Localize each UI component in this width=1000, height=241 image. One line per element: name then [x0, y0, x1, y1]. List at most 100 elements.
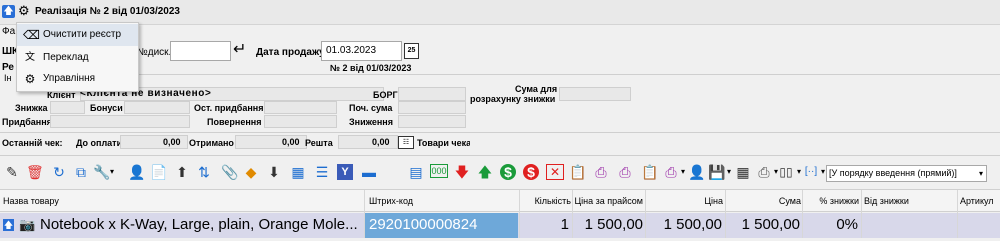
last-purchase-label: Ост. придбання [194, 103, 264, 113]
change-value: 0,00 [372, 137, 390, 147]
document-icon[interactable]: 📄 [150, 164, 167, 180]
camera-icon[interactable]: 📷 [19, 216, 35, 234]
bonus-field [124, 101, 190, 114]
sort-order-select[interactable]: [У порядку введення (прямий)] ▾ [826, 165, 987, 182]
discounts-field [398, 115, 466, 128]
col-header-price[interactable]: Ціна [646, 190, 723, 212]
eraser-icon: ⌫ [23, 28, 40, 42]
copy-document-icon[interactable]: ⧉ [73, 164, 89, 180]
received-label: Отримано [189, 138, 234, 148]
checklist-icon[interactable]: ☰ [314, 164, 330, 180]
col-header-disc-pct[interactable]: % знижки [803, 190, 859, 212]
row-up-icon[interactable]: 🡅 [3, 219, 14, 231]
green-up-arrow-icon[interactable]: 🡅 [477, 164, 493, 180]
lines-icon[interactable]: ▬ [361, 164, 377, 180]
check-goods-field [470, 135, 1000, 149]
returns-field [264, 115, 337, 128]
upload-doc-icon[interactable]: ⬆ [174, 164, 190, 180]
last-check-label: Останній чек: [2, 138, 63, 148]
fragment-re: Ре [2, 62, 14, 73]
menu-item-clear-registry[interactable]: ⌫ Очистити реєстр [17, 24, 138, 46]
row-name: Notebook x K-Way, Large, plain, Orange M… [40, 216, 358, 233]
sort-arrows-icon[interactable]: ⇅ [196, 164, 212, 180]
col-header-name[interactable]: Назва товару [3, 190, 59, 212]
col-header-sum[interactable]: Сума [726, 190, 801, 212]
dollar-icon[interactable]: $ [500, 164, 516, 180]
toolbar-divider [0, 155, 1000, 156]
y-letter-icon[interactable]: Y [337, 164, 353, 180]
check-goods-label[interactable]: Товари чека [417, 138, 471, 148]
gear-dropdown-menu: ⌫ Очистити реєстр 文 Переклад ⚙ Управлінн… [16, 22, 139, 92]
menu-item-management[interactable]: ⚙ Управління [17, 68, 138, 90]
fragment-fa: Фа [2, 26, 16, 37]
dropdown-arrow-icon[interactable]: ▾ [104, 164, 120, 180]
col-sep-1 [364, 190, 365, 238]
summary-divider [0, 132, 1000, 133]
col-sep-8 [957, 190, 958, 238]
col-sep-3 [572, 190, 573, 238]
calendar-grid-icon[interactable]: ▦ [290, 164, 306, 180]
col-header-barcode[interactable]: Штрих-код [369, 190, 413, 212]
debt-label: БОРГ [373, 90, 398, 100]
attachment-icon[interactable]: 📎 [221, 164, 238, 180]
returns-label: Повернення [207, 117, 262, 127]
start-sum-label: Поч. сума [349, 103, 393, 113]
purchases-field [50, 115, 190, 128]
fragment-in: Ін [4, 73, 12, 83]
no-dollar-icon[interactable]: $ [523, 164, 539, 180]
row-sum: 1 500,00 [741, 216, 800, 233]
sum-for-discount-label-2: розрахунку знижки [470, 94, 556, 104]
row-disc-pct: 0% [836, 216, 858, 233]
contact-card-icon[interactable]: 👤 [688, 164, 705, 180]
col-sep-4 [645, 190, 646, 238]
menu-item-label: Очистити реєстр [43, 29, 122, 40]
enter-arrow-icon[interactable]: ↵ [233, 40, 246, 60]
to-pay-label: До оплати [76, 138, 123, 148]
download-icon[interactable]: ⬇ [266, 164, 282, 180]
purchases-label: Придбання [2, 117, 52, 127]
col-sep-6 [802, 190, 803, 238]
col-header-article[interactable]: Артикул [960, 190, 994, 212]
row-barcode: 2920100000824 [369, 216, 478, 233]
discount-label: Знижка [15, 103, 48, 113]
col-header-list-price[interactable]: Ціна за прайсом [573, 190, 643, 212]
keyboard-icon[interactable]: ☷ [398, 136, 414, 149]
sale-date-label: Дата продажу [256, 47, 325, 58]
print-icon[interactable]: ⎙ [593, 164, 609, 180]
calendar-icon[interactable]: 25 [404, 43, 419, 59]
change-label: Решта [305, 138, 333, 148]
red-down-arrow-icon[interactable]: 🡇 [454, 164, 470, 180]
sum-for-discount-field [559, 87, 631, 101]
sale-date-input[interactable]: 01.03.2023 [321, 41, 402, 61]
edit-pencil-icon[interactable]: ✎ [4, 164, 20, 180]
grid-view-icon[interactable]: ▦ [735, 164, 751, 180]
up-arrow-icon[interactable]: 🡅 [2, 5, 15, 18]
col-sep-5 [725, 190, 726, 238]
start-sum-field [398, 101, 466, 114]
row-list-price: 1 500,00 [584, 216, 643, 233]
row-price: 1 500,00 [663, 216, 722, 233]
layers-icon[interactable]: ◆ [243, 164, 259, 180]
received-value: 0,00 [282, 137, 300, 147]
cash-register-icon[interactable]: ▤ [408, 164, 424, 180]
col-header-qty[interactable]: Кількість [522, 190, 571, 212]
col-header-disc-from[interactable]: Від знижки [864, 190, 909, 212]
menu-item-translate[interactable]: 文 Переклад [17, 47, 138, 69]
user-icon[interactable]: 👤 [128, 164, 145, 180]
print-check-icon[interactable]: ⎙ [617, 164, 633, 180]
gear-icon[interactable]: ⚙ [18, 3, 30, 19]
delete-trash-icon[interactable]: 🗑 [26, 164, 44, 180]
report-icon[interactable]: 📋 [641, 164, 658, 180]
window-title: Реалізація № 2 від 01/03/2023 [35, 6, 180, 17]
refresh-icon[interactable]: ↻ [51, 164, 67, 180]
col-sep-2 [519, 190, 520, 238]
sum-for-discount-label-1: Сума для [515, 84, 558, 94]
counter-icon[interactable]: 000 [430, 164, 448, 178]
last-purchase-field [264, 101, 337, 114]
cancel-x-icon[interactable]: ✕ [546, 164, 564, 180]
gear-icon: ⚙ [24, 72, 36, 86]
clipboard-icon[interactable]: 📋 [569, 164, 586, 180]
menu-item-label: Переклад [43, 52, 89, 63]
disc-number-input[interactable] [170, 41, 231, 61]
sort-order-value: [У порядку введення (прямий)] [829, 168, 957, 178]
